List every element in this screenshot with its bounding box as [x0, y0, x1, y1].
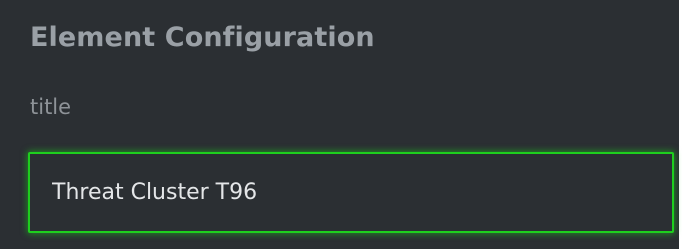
element-configuration-panel: Element Configuration title [0, 0, 682, 252]
title-field-label: title [30, 95, 72, 119]
title-input[interactable] [28, 152, 674, 233]
panel-title: Element Configuration [30, 22, 375, 53]
